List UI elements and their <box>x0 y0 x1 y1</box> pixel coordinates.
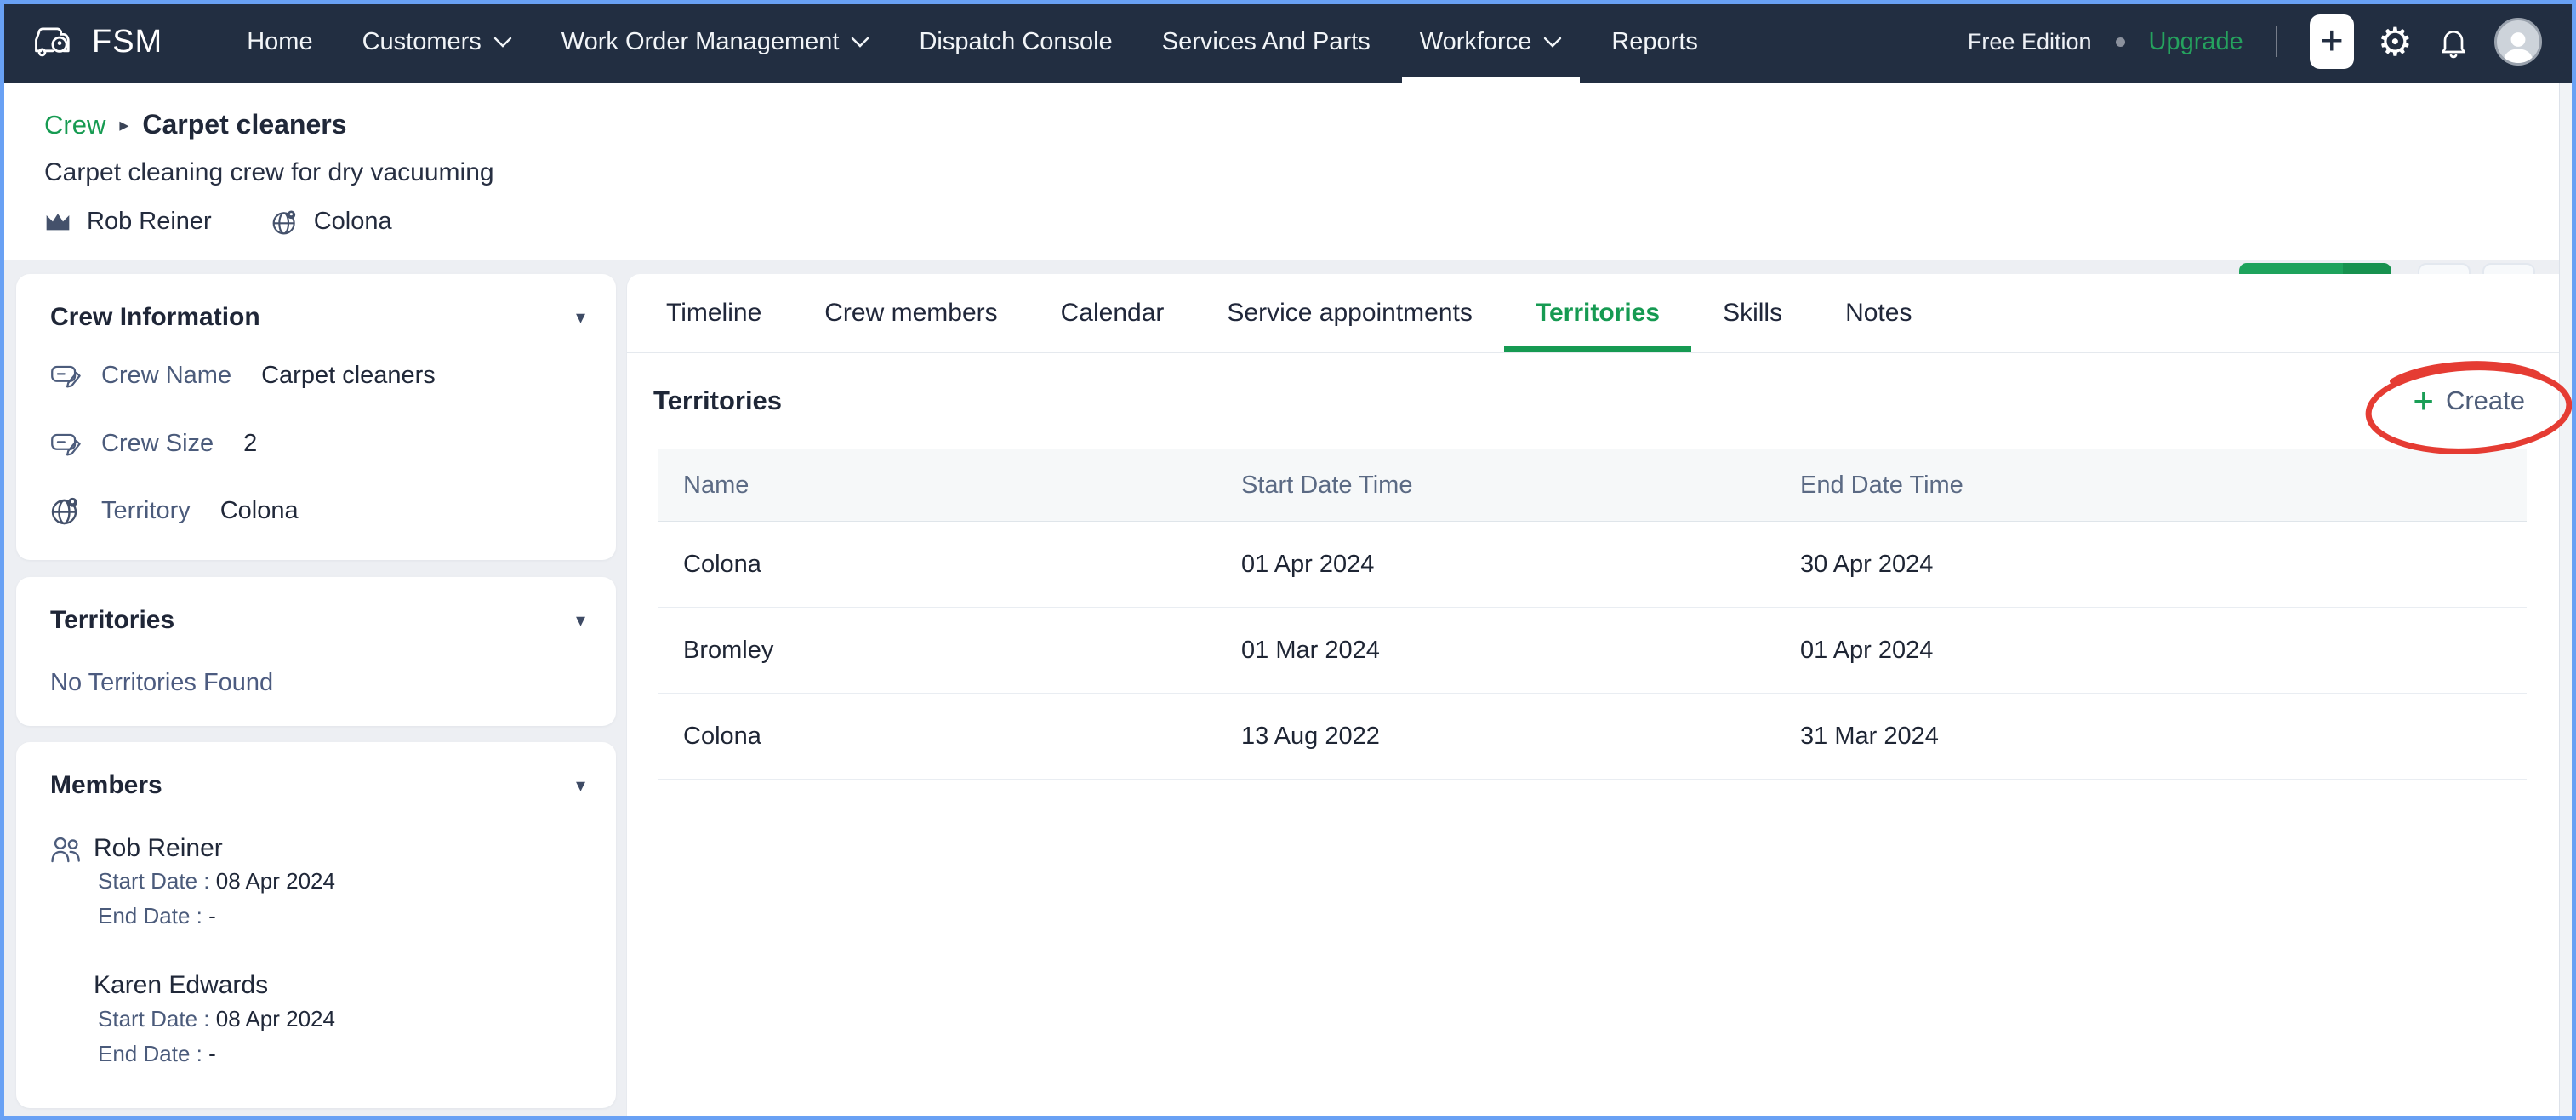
field-value: 2 <box>243 430 257 458</box>
tab-notes[interactable]: Notes <box>1814 274 1943 352</box>
settings-gear-icon[interactable]: ⚙ <box>2378 22 2413 61</box>
person-silhouette-icon <box>2499 26 2537 63</box>
dot-separator <box>2116 37 2125 47</box>
field-territory: Territory Colona <box>50 495 299 526</box>
field-label: Crew Size <box>101 430 214 458</box>
notifications-bell-icon[interactable] <box>2436 23 2471 60</box>
breadcrumb-crew-link[interactable]: Crew <box>44 110 105 140</box>
section-title: Territories <box>653 386 782 416</box>
nav-customers[interactable]: Customers <box>338 0 537 83</box>
record-header: Crew ▸ Carpet cleaners Carpet cleaning c… <box>0 83 2576 260</box>
collapse-caret-icon[interactable]: ▾ <box>576 609 585 631</box>
nav-dispatch-console[interactable]: Dispatch Console <box>894 0 1137 83</box>
chevron-down-icon <box>493 37 512 48</box>
nav-work-order-management[interactable]: Work Order Management <box>537 0 895 83</box>
table-row[interactable]: Colona 13 Aug 2022 31 Mar 2024 <box>658 694 2527 780</box>
breadcrumb-separator-icon: ▸ <box>119 114 128 136</box>
globe-pin-icon <box>271 209 299 236</box>
column-header-end: End Date Time <box>1775 471 2527 500</box>
note-edit-icon <box>50 361 83 390</box>
record-tabs: Timeline Crew members Calendar Service a… <box>627 274 2559 353</box>
upgrade-link[interactable]: Upgrade <box>2149 28 2243 56</box>
page-title: Carpet cleaners <box>142 109 346 140</box>
crew-information-title: Crew Information <box>50 303 260 332</box>
field-label: Territory <box>101 497 191 525</box>
table-row[interactable]: Colona 01 Apr 2024 30 Apr 2024 <box>658 522 2527 608</box>
crew-information-card: Crew Information ▾ Crew Name Carpet clea… <box>16 274 616 560</box>
main-panel: Timeline Crew members Calendar Service a… <box>626 274 2559 1120</box>
crew-leader-name: Rob Reiner <box>87 208 212 236</box>
nav-reports[interactable]: Reports <box>1587 0 1723 83</box>
tab-territories[interactable]: Territories <box>1504 274 1691 352</box>
tab-crew-members[interactable]: Crew members <box>793 274 1029 352</box>
members-icon <box>49 834 83 865</box>
note-edit-icon <box>50 429 83 458</box>
create-button[interactable]: + Create <box>2413 383 2525 419</box>
fsm-brand[interactable]: FSM <box>31 22 162 61</box>
top-navbar: FSM Home Customers Work Order Management… <box>0 0 2576 83</box>
territories-card: Territories ▾ No Territories Found <box>16 577 616 726</box>
crew-territory-name: Colona <box>314 208 392 236</box>
nav-workforce[interactable]: Workforce <box>1395 0 1587 83</box>
tab-timeline[interactable]: Timeline <box>666 274 793 352</box>
truck-logo-icon <box>31 22 77 61</box>
app-window: FSM Home Customers Work Order Management… <box>0 0 2576 1120</box>
tab-service-appointments[interactable]: Service appointments <box>1195 274 1504 352</box>
crew-description: Carpet cleaning crew for dry vacuuming <box>44 158 494 187</box>
field-value: Carpet cleaners <box>261 362 436 390</box>
quick-create-button[interactable]: + <box>2310 14 2354 69</box>
breadcrumb: Crew ▸ Carpet cleaners <box>44 109 347 140</box>
navbar-right-cluster: Free Edition Upgrade + ⚙ <box>1968 14 2542 69</box>
field-crew-name: Crew Name Carpet cleaners <box>50 361 436 390</box>
vertical-divider <box>2276 26 2277 57</box>
create-button-label: Create <box>2446 386 2525 416</box>
territories-empty-text: No Territories Found <box>50 669 273 697</box>
territories-card-title: Territories <box>50 606 174 635</box>
table-header-row: Name Start Date Time End Date Time <box>658 449 2527 522</box>
member-name: Karen Edwards <box>94 971 268 1000</box>
user-avatar[interactable] <box>2494 18 2542 66</box>
member-end-date: End Date : - <box>98 903 216 929</box>
members-card: Members ▾ Rob Reiner Start Date : 08 Apr… <box>16 742 616 1108</box>
territories-table: Name Start Date Time End Date Time Colon… <box>658 449 2527 780</box>
brand-label: FSM <box>92 24 162 60</box>
collapse-caret-icon[interactable]: ▾ <box>576 306 585 329</box>
collapse-caret-icon[interactable]: ▾ <box>576 774 585 797</box>
member-name: Rob Reiner <box>94 834 223 863</box>
table-row[interactable]: Bromley 01 Mar 2024 01 Apr 2024 <box>658 608 2527 694</box>
crew-territory: Colona <box>271 208 392 236</box>
members-card-title: Members <box>50 771 162 800</box>
vertical-scrollbar[interactable] <box>2559 83 2572 1120</box>
field-value: Colona <box>220 497 299 525</box>
crew-leader: Rob Reiner <box>44 208 212 236</box>
column-header-name: Name <box>658 471 1216 500</box>
tab-skills[interactable]: Skills <box>1691 274 1814 352</box>
territories-section-header: Territories + Create <box>627 353 2559 449</box>
chevron-down-icon <box>1543 37 1562 48</box>
member-start-date: Start Date : 08 Apr 2024 <box>98 868 335 894</box>
record-meta: Rob Reiner Colona <box>44 208 392 236</box>
member-start-date: Start Date : 08 Apr 2024 <box>98 1006 335 1032</box>
main-menu: Home Customers Work Order Management Dis… <box>222 0 1723 83</box>
nav-services-and-parts[interactable]: Services And Parts <box>1137 0 1395 83</box>
nav-home[interactable]: Home <box>222 0 337 83</box>
field-crew-size: Crew Size 2 <box>50 429 257 458</box>
column-header-start: Start Date Time <box>1216 471 1775 500</box>
tab-calendar[interactable]: Calendar <box>1029 274 1196 352</box>
member-end-date: End Date : - <box>98 1041 216 1067</box>
field-label: Crew Name <box>101 362 231 390</box>
crown-icon <box>44 211 71 233</box>
chevron-down-icon <box>851 37 869 48</box>
plan-label: Free Edition <box>1968 29 2092 55</box>
plus-icon: + <box>2413 383 2434 419</box>
globe-pin-icon <box>50 495 81 526</box>
